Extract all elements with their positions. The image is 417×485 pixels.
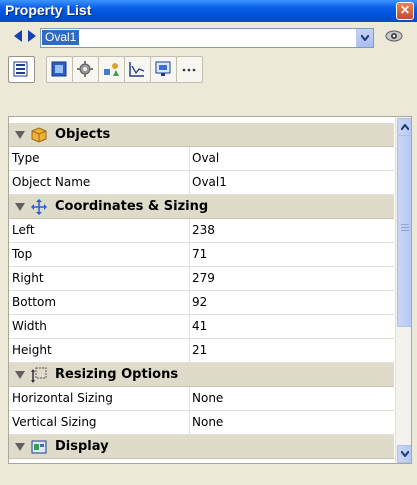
category-objects[interactable]: Objects <box>9 123 394 147</box>
collapse-triangle-icon[interactable] <box>15 443 25 451</box>
close-button[interactable]: ✕ <box>396 2 414 20</box>
category-coordinates[interactable]: Coordinates & Sizing <box>9 195 394 219</box>
property-row[interactable]: Bottom 92 <box>9 291 394 315</box>
panel-header-band <box>8 88 410 116</box>
property-name: Vertical Sizing <box>12 415 97 429</box>
property-name: Top <box>12 247 33 261</box>
object-select[interactable]: Oval1 <box>40 28 374 48</box>
dropdown-button[interactable] <box>356 29 373 47</box>
column-divider <box>189 267 190 290</box>
property-name: Height <box>12 343 52 357</box>
nav-arrows-icon[interactable] <box>14 29 36 43</box>
property-row[interactable]: Type Oval <box>9 147 394 171</box>
property-list-tab[interactable] <box>8 56 35 83</box>
resize-icon <box>31 367 47 383</box>
category-label: Resizing Options <box>55 367 179 382</box>
property-value[interactable]: 238 <box>192 223 215 237</box>
property-name: Width <box>12 319 47 333</box>
category-label: Objects <box>55 127 111 142</box>
chevron-down-icon <box>401 451 409 457</box>
scroll-down-button[interactable] <box>397 445 411 463</box>
property-value[interactable]: 71 <box>192 247 207 261</box>
property-row[interactable]: Width 41 <box>9 315 394 339</box>
settings-tab[interactable] <box>72 56 99 83</box>
column-divider <box>189 291 190 314</box>
shapes-icon <box>104 63 119 76</box>
object-select-value: Oval1 <box>42 30 80 45</box>
vertical-scrollbar[interactable] <box>395 117 411 463</box>
property-value[interactable]: 41 <box>192 319 207 333</box>
property-value[interactable]: 21 <box>192 343 207 357</box>
display-icon <box>155 61 171 76</box>
chart-tab[interactable] <box>124 56 151 83</box>
category-display[interactable]: Display <box>9 435 394 459</box>
chevron-up-icon <box>401 124 409 130</box>
property-row[interactable]: Right 279 <box>9 267 394 291</box>
property-name: Right <box>12 271 44 285</box>
category-label: Display <box>55 439 109 454</box>
property-value[interactable]: 92 <box>192 295 207 309</box>
property-value[interactable]: Oval <box>192 151 219 165</box>
scroll-grip <box>401 230 409 231</box>
property-row[interactable]: Top 71 <box>9 243 394 267</box>
property-row[interactable]: Height 21 <box>9 339 394 363</box>
shapes-tab[interactable] <box>98 56 125 83</box>
gear-icon <box>77 61 93 77</box>
collapse-triangle-icon[interactable] <box>15 371 25 379</box>
property-value[interactable]: Oval1 <box>192 175 227 189</box>
more-tab[interactable] <box>176 56 203 83</box>
scroll-up-button[interactable] <box>397 118 411 136</box>
title-bar[interactable]: Property List ✕ <box>0 0 417 22</box>
property-list-window: Property List ✕ Oval1 Objects Type Oval … <box>0 0 417 485</box>
property-name: Left <box>12 223 35 237</box>
property-name: Bottom <box>12 295 57 309</box>
object-icon <box>51 61 67 77</box>
category-label: Coordinates & Sizing <box>55 199 209 214</box>
category-toolbar <box>8 54 408 86</box>
property-name: Type <box>12 151 40 165</box>
property-row[interactable]: Horizontal Sizing None <box>9 387 394 411</box>
column-divider <box>189 339 190 362</box>
property-value[interactable]: 279 <box>192 271 215 285</box>
column-divider <box>189 219 190 242</box>
column-divider <box>189 243 190 266</box>
display-properties-icon <box>31 440 47 454</box>
object-selector-row: Oval1 <box>0 22 417 52</box>
scroll-grip <box>401 227 409 228</box>
more-icon <box>182 68 196 72</box>
chevron-down-icon <box>361 35 369 41</box>
property-name: Horizontal Sizing <box>12 391 113 405</box>
scroll-grip <box>401 224 409 225</box>
chart-icon <box>129 62 145 77</box>
scroll-thumb[interactable] <box>397 135 411 327</box>
property-row[interactable]: Vertical Sizing None <box>9 411 394 435</box>
move-arrows-icon <box>31 199 47 215</box>
eye-preview-icon[interactable] <box>385 29 403 43</box>
property-value[interactable]: None <box>192 391 223 405</box>
property-grid: Objects Type Oval Object Name Oval1 Coor… <box>8 116 412 464</box>
collapse-triangle-icon[interactable] <box>15 131 25 139</box>
property-row[interactable]: Left 238 <box>9 219 394 243</box>
column-divider <box>189 147 190 170</box>
display-tab[interactable] <box>150 56 177 83</box>
cube-icon <box>31 127 47 143</box>
collapse-triangle-icon[interactable] <box>15 203 25 211</box>
window-title: Property List <box>5 2 92 18</box>
column-divider <box>189 411 190 434</box>
category-resizing[interactable]: Resizing Options <box>9 363 394 387</box>
column-divider <box>189 171 190 194</box>
property-value[interactable]: None <box>192 415 223 429</box>
property-name: Object Name <box>12 175 91 189</box>
property-list-icon <box>13 61 28 77</box>
property-row[interactable]: Object Name Oval1 <box>9 171 394 195</box>
column-divider <box>189 315 190 338</box>
object-tab[interactable] <box>46 56 73 83</box>
column-divider <box>189 387 190 410</box>
